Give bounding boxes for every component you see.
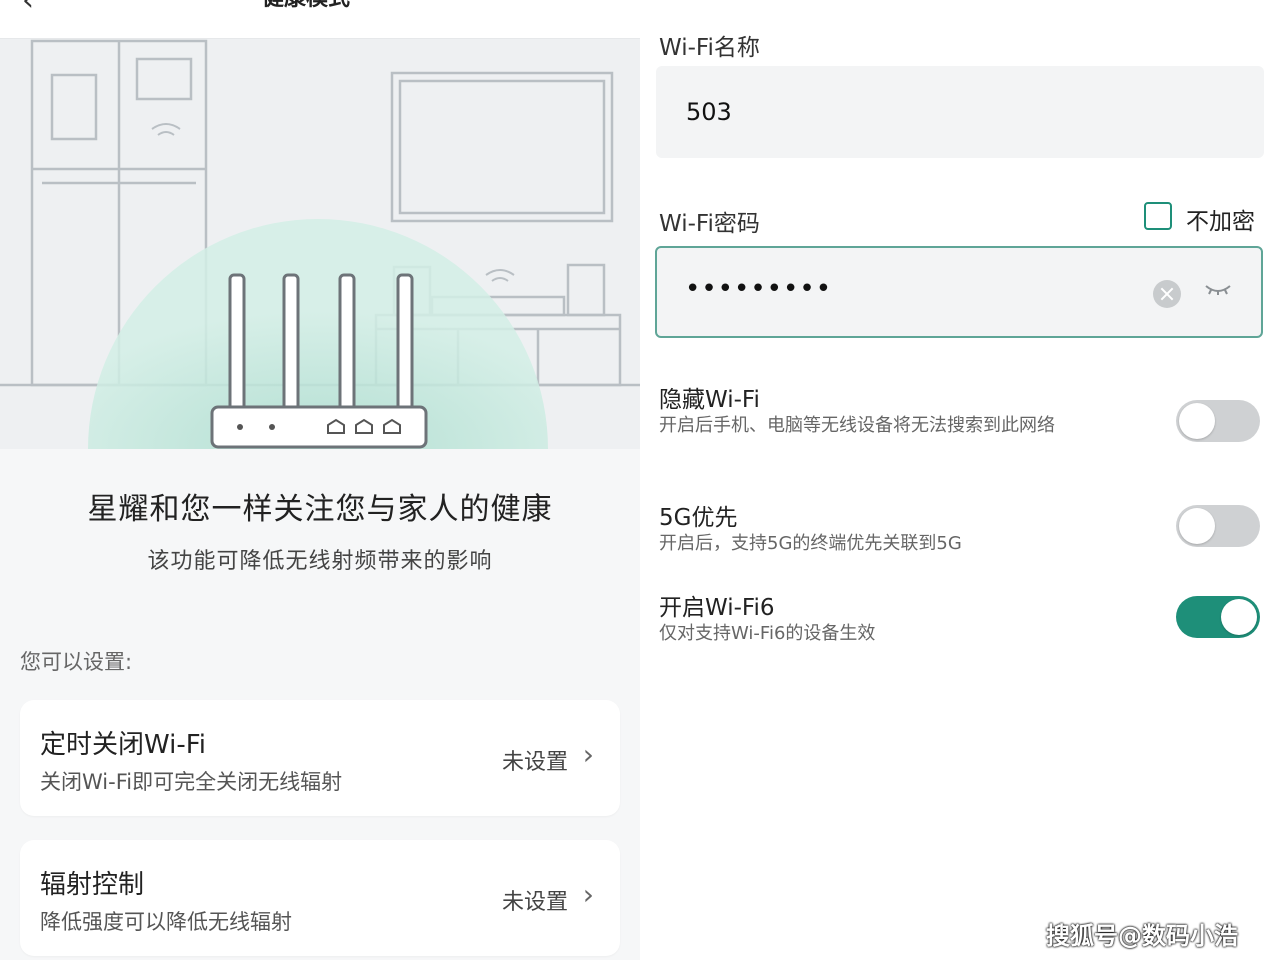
wifi-password-field[interactable]: ••••••••• xyxy=(655,246,1263,338)
wifi6-title: 开启Wi-Fi6 xyxy=(659,595,775,621)
5g-priority-title: 5G优先 xyxy=(659,505,738,531)
wifi6-desc: 仅对支持Wi-Fi6的设备生效 xyxy=(659,623,876,644)
hide-wifi-desc: 开启后手机、电脑等无线设备将无法搜索到此网络 xyxy=(659,415,1055,436)
no-encrypt-label: 不加密 xyxy=(1186,209,1255,235)
top-bar: ‹ 健康模式 xyxy=(0,0,640,39)
radiation-control-card[interactable]: 辐射控制 降低强度可以降低无线辐射 未设置 › xyxy=(20,840,620,956)
health-illustration xyxy=(0,39,640,449)
chevron-right-icon: › xyxy=(582,738,594,771)
card-title: 辐射控制 xyxy=(40,870,145,900)
hide-wifi-toggle[interactable] xyxy=(1176,400,1260,442)
card-title: 定时关闭Wi-Fi xyxy=(40,730,207,760)
wifi-password-label: Wi-Fi密码 xyxy=(659,211,760,237)
watermark-text: 搜狐号@数码小浩 xyxy=(1046,922,1238,950)
5g-priority-toggle[interactable] xyxy=(1176,505,1260,547)
card-desc: 降低强度可以降低无线辐射 xyxy=(40,910,292,934)
hide-wifi-title: 隐藏Wi-Fi xyxy=(659,387,760,413)
page-title: 健康模式 xyxy=(262,0,350,12)
health-headline: 星耀和您一样关注您与家人的健康 xyxy=(87,492,553,527)
wifi6-toggle[interactable] xyxy=(1176,596,1260,638)
clear-input-icon[interactable] xyxy=(1153,280,1181,308)
no-encrypt-checkbox[interactable] xyxy=(1144,202,1172,230)
password-masked-value: ••••••••• xyxy=(685,274,833,304)
settings-section-label: 您可以设置: xyxy=(20,650,133,674)
back-arrow-icon[interactable]: ‹ xyxy=(22,0,34,16)
card-desc: 关闭Wi-Fi即可完全关闭无线辐射 xyxy=(40,770,343,794)
toggle-knob xyxy=(1221,599,1257,635)
card-status: 未设置 xyxy=(501,750,568,775)
toggle-knob xyxy=(1179,403,1215,439)
toggle-knob xyxy=(1179,508,1215,544)
wifi-name-label: Wi-Fi名称 xyxy=(659,35,760,61)
wifi-name-value: 503 xyxy=(686,98,732,126)
scheduled-wifi-off-card[interactable]: 定时关闭Wi-Fi 关闭Wi-Fi即可完全关闭无线辐射 未设置 › xyxy=(20,700,620,816)
5g-priority-desc: 开启后，支持5G的终端优先关联到5G xyxy=(659,533,962,554)
card-status: 未设置 xyxy=(501,890,568,915)
chevron-right-icon: › xyxy=(582,878,594,911)
no-encrypt-option[interactable]: 不加密 xyxy=(1144,200,1260,235)
wifi-settings-panel: Wi-Fi名称 503 Wi-Fi密码 不加密 ••••••••• 隐藏Wi-F… xyxy=(640,0,1280,960)
wifi-name-field[interactable]: 503 xyxy=(656,66,1264,158)
health-subline: 该功能可降低无线射频带来的影响 xyxy=(147,549,493,574)
health-mode-panel: ‹ 健康模式 xyxy=(0,0,640,960)
eye-closed-icon[interactable] xyxy=(1203,280,1233,300)
